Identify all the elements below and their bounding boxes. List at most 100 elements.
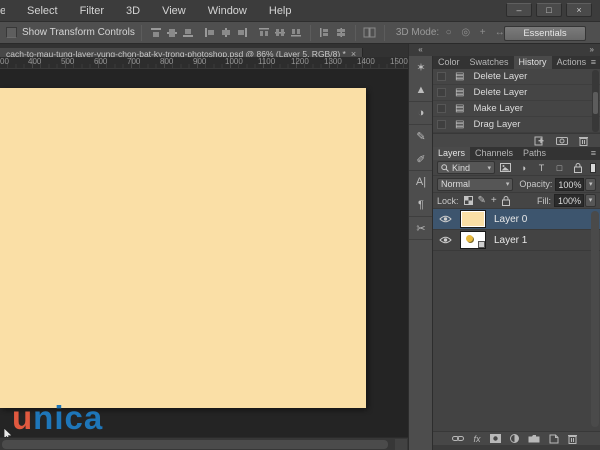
lock-image-pixels-icon[interactable]: ✎ bbox=[478, 195, 486, 206]
delete-layer-trash-icon[interactable] bbox=[567, 434, 577, 444]
menu-item-partial[interactable]: e bbox=[0, 5, 5, 17]
icon-dock-expand-icon[interactable]: « bbox=[408, 44, 432, 56]
maximize-button[interactable]: □ bbox=[536, 3, 562, 17]
history-scrollbar[interactable] bbox=[592, 70, 599, 132]
paragraph-panel-icon[interactable]: ¶ bbox=[409, 194, 433, 217]
horizontal-scrollbar-thumb[interactable] bbox=[2, 440, 388, 449]
panel-dock-collapse-icon[interactable]: » bbox=[432, 44, 600, 56]
history-scrollbar-thumb[interactable] bbox=[593, 92, 598, 114]
distribute-top-edges-icon[interactable] bbox=[256, 26, 272, 40]
fill-value[interactable]: 100% bbox=[554, 194, 584, 207]
align-bottom-edges-icon[interactable] bbox=[180, 26, 196, 40]
minimize-button[interactable]: – bbox=[506, 3, 532, 17]
opacity-dropdown-icon[interactable]: ▾ bbox=[585, 177, 596, 191]
styles-panel-icon[interactable]: ▲ bbox=[409, 79, 433, 102]
history-row[interactable]: ▤ Drag Layer bbox=[433, 117, 600, 133]
tab-history[interactable]: History bbox=[513, 56, 552, 69]
filter-smart-objects-icon[interactable] bbox=[570, 162, 585, 173]
brush-presets-panel-icon[interactable]: ✐ bbox=[409, 148, 433, 171]
menu-item-3d[interactable]: 3D bbox=[126, 5, 140, 17]
history-row[interactable]: ▤ Delete Layer bbox=[433, 69, 600, 85]
add-layer-mask-icon[interactable] bbox=[489, 434, 501, 443]
3d-roll-icon[interactable]: ◎ bbox=[458, 26, 473, 40]
3d-orbit-icon[interactable]: ○ bbox=[441, 26, 456, 40]
new-group-folder-icon[interactable] bbox=[528, 434, 540, 443]
visibility-eye-icon[interactable] bbox=[439, 215, 452, 223]
tab-paths[interactable]: Paths bbox=[518, 147, 551, 160]
history-source-checkbox[interactable] bbox=[437, 72, 446, 81]
layer-thumbnail[interactable] bbox=[460, 210, 486, 228]
auto-align-layers-icon[interactable] bbox=[362, 26, 378, 40]
menu-item-select[interactable]: Select bbox=[27, 5, 58, 17]
3d-pan-icon[interactable]: + bbox=[475, 26, 490, 40]
filter-adjustment-layers-icon[interactable]: ◑ bbox=[516, 163, 531, 173]
horizontal-scrollbar[interactable] bbox=[0, 437, 408, 450]
brush-panel-icon[interactable]: ✎ bbox=[409, 125, 433, 148]
history-source-checkbox[interactable] bbox=[437, 120, 446, 129]
horizontal-ruler: 00 400 500 600 700 800 900 1000 1100 120… bbox=[0, 57, 408, 69]
distribute-left-edges-icon[interactable] bbox=[317, 26, 333, 40]
layer-row-layer-0[interactable]: Layer 0 bbox=[433, 209, 600, 230]
history-source-checkbox[interactable] bbox=[437, 88, 446, 97]
layer-name[interactable]: Layer 1 bbox=[494, 235, 527, 246]
layer-row-layer-1[interactable]: Layer 1 bbox=[433, 230, 600, 251]
separator bbox=[309, 24, 311, 41]
ruler-label: 1300 bbox=[324, 57, 342, 66]
close-button[interactable]: × bbox=[566, 3, 592, 17]
tab-actions[interactable]: Actions bbox=[552, 56, 592, 69]
layers-scrollbar[interactable] bbox=[591, 211, 599, 427]
distribute-vertical-centers-icon[interactable] bbox=[272, 26, 288, 40]
tab-channels[interactable]: Channels bbox=[470, 147, 518, 160]
masks-panel-icon[interactable]: ◑ bbox=[409, 102, 433, 125]
menu-item-window[interactable]: Window bbox=[208, 5, 247, 17]
history-source-checkbox[interactable] bbox=[437, 104, 446, 113]
lock-all-icon[interactable] bbox=[501, 195, 510, 206]
tab-swatches[interactable]: Swatches bbox=[465, 56, 514, 69]
filter-type-layers-icon[interactable]: T bbox=[534, 163, 549, 173]
layer-name[interactable]: Layer 0 bbox=[494, 214, 527, 225]
align-left-edges-icon[interactable] bbox=[202, 26, 218, 40]
panel-menu-icon[interactable]: ≡ bbox=[591, 56, 596, 69]
layer-filter-toggle[interactable] bbox=[590, 162, 596, 173]
new-document-from-state-icon[interactable] bbox=[534, 135, 545, 146]
adjustments-panel-icon[interactable]: ✶ bbox=[409, 56, 433, 79]
menu-item-help[interactable]: Help bbox=[269, 5, 292, 17]
distribute-horizontal-centers-icon[interactable] bbox=[333, 26, 349, 40]
lock-row: Lock: ✎ + Fill: 100% ▾ bbox=[433, 193, 600, 209]
menu-item-view[interactable]: View bbox=[162, 5, 186, 17]
workspace-button[interactable]: Essentials bbox=[504, 26, 586, 41]
menu-item-filter[interactable]: Filter bbox=[80, 5, 104, 17]
layers-list: Layer 0 Layer 1 bbox=[433, 209, 600, 431]
history-row[interactable]: ▤ Delete Layer bbox=[433, 85, 600, 101]
lock-position-icon[interactable]: + bbox=[491, 195, 497, 206]
new-snapshot-icon[interactable] bbox=[556, 136, 568, 145]
filter-pixel-layers-icon[interactable] bbox=[498, 163, 513, 172]
link-layers-icon[interactable] bbox=[452, 435, 465, 442]
layer-thumbnail[interactable] bbox=[460, 231, 486, 249]
opacity-value[interactable]: 100% bbox=[555, 177, 585, 191]
align-top-edges-icon[interactable] bbox=[148, 26, 164, 40]
delete-state-trash-icon[interactable] bbox=[579, 136, 588, 146]
tab-color[interactable]: Color bbox=[433, 56, 465, 69]
distribute-bottom-edges-icon[interactable] bbox=[288, 26, 304, 40]
filter-shape-layers-icon[interactable]: □ bbox=[552, 163, 567, 173]
align-horizontal-centers-icon[interactable] bbox=[218, 26, 234, 40]
new-layer-icon[interactable] bbox=[549, 434, 559, 444]
panel-menu-icon[interactable]: ≡ bbox=[591, 147, 596, 160]
clone-source-panel-icon[interactable]: ✂ bbox=[409, 217, 433, 240]
new-adjustment-layer-icon[interactable] bbox=[509, 434, 519, 443]
tab-layers[interactable]: Layers bbox=[433, 147, 471, 160]
history-row[interactable]: ▤ Make Layer bbox=[433, 101, 600, 117]
chevron-down-icon: ▾ bbox=[487, 164, 491, 172]
filter-kind-dropdown[interactable]: Kind ▾ bbox=[437, 161, 495, 174]
align-vertical-centers-icon[interactable] bbox=[164, 26, 180, 40]
visibility-eye-icon[interactable] bbox=[439, 236, 452, 244]
lock-transparent-pixels-icon[interactable] bbox=[463, 196, 473, 205]
show-transform-checkbox[interactable] bbox=[6, 27, 17, 38]
fill-dropdown-icon[interactable]: ▾ bbox=[585, 194, 596, 207]
character-panel-icon[interactable]: A| bbox=[409, 171, 433, 194]
align-right-edges-icon[interactable] bbox=[234, 26, 250, 40]
canvas[interactable] bbox=[0, 88, 366, 408]
blend-mode-dropdown[interactable]: Normal ▾ bbox=[437, 177, 514, 191]
layer-styles-fx-icon[interactable]: fx bbox=[473, 434, 480, 444]
